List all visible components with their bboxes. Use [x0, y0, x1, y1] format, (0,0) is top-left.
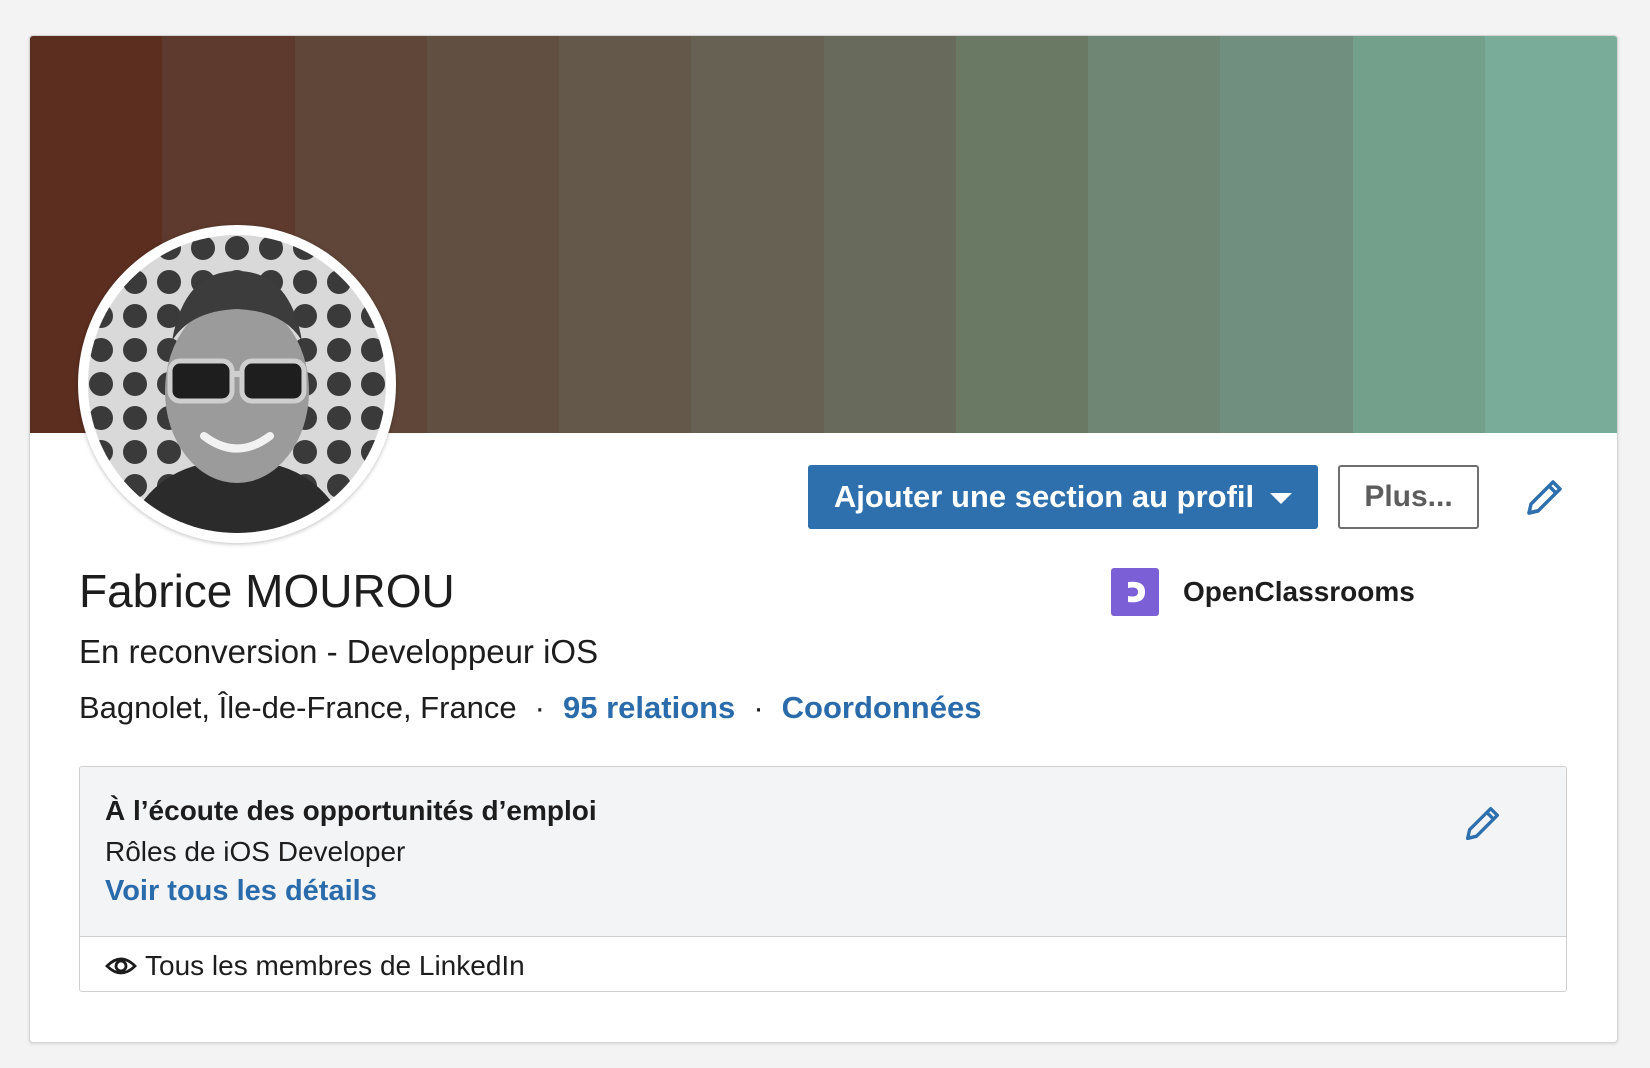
banner-stripe [1484, 36, 1617, 433]
open-to-work-card: À l’écoute des opportunités d’emploi Rôl… [79, 766, 1567, 992]
profile-card: Ajouter une section au profil Plus... Fa… [29, 35, 1618, 1043]
separator-dot: · [534, 690, 545, 725]
banner-stripe [1088, 36, 1221, 433]
edit-open-to-work-button[interactable] [1460, 800, 1506, 846]
banner-stripe [559, 36, 692, 433]
banner-stripe [823, 36, 956, 433]
banner-stripe [955, 36, 1088, 433]
banner-stripe [426, 36, 559, 433]
banner-stripe [691, 36, 824, 433]
open-to-work-title: À l’écoute des opportunités d’emploi [105, 795, 597, 826]
openclassrooms-logo-icon [1111, 568, 1159, 616]
more-button[interactable]: Plus... [1338, 465, 1479, 529]
add-profile-section-label: Ajouter une section au profil [833, 479, 1255, 514]
connections-link[interactable]: 95 relations [563, 690, 735, 726]
open-to-work-visibility: Tous les membres de LinkedIn [105, 950, 525, 982]
caret-down-icon [1270, 492, 1293, 504]
banner-stripe [1352, 36, 1485, 433]
profile-avatar[interactable] [78, 225, 396, 543]
open-to-work-header: À l’écoute des opportunités d’emploi Rôl… [80, 767, 1566, 937]
profile-location: Bagnolet, Île-de-France, France [79, 690, 517, 725]
contact-info-link[interactable]: Coordonnées [782, 690, 982, 726]
edit-intro-button[interactable] [1521, 473, 1569, 521]
profile-headline: En reconversion - Developpeur iOS [79, 633, 599, 670]
company-entry[interactable]: OpenClassrooms [1111, 568, 1415, 616]
profile-meta-line: Bagnolet, Île-de-France, France · 95 rel… [79, 690, 981, 726]
open-to-work-roles: Rôles de iOS Developer [105, 836, 406, 867]
eye-icon [105, 957, 137, 975]
see-all-details-link[interactable]: Voir tous les détails [105, 875, 377, 908]
company-name: OpenClassrooms [1183, 576, 1415, 607]
separator-dot: · [753, 690, 764, 725]
add-profile-section-button[interactable]: Ajouter une section au profil [808, 465, 1318, 529]
visibility-label: Tous les membres de LinkedIn [145, 950, 525, 981]
avatar-photo [88, 235, 386, 533]
pencil-icon [1527, 480, 1562, 515]
profile-name: Fabrice MOUROU [79, 565, 455, 617]
pencil-icon [1465, 806, 1500, 841]
banner-stripe [1220, 36, 1353, 433]
